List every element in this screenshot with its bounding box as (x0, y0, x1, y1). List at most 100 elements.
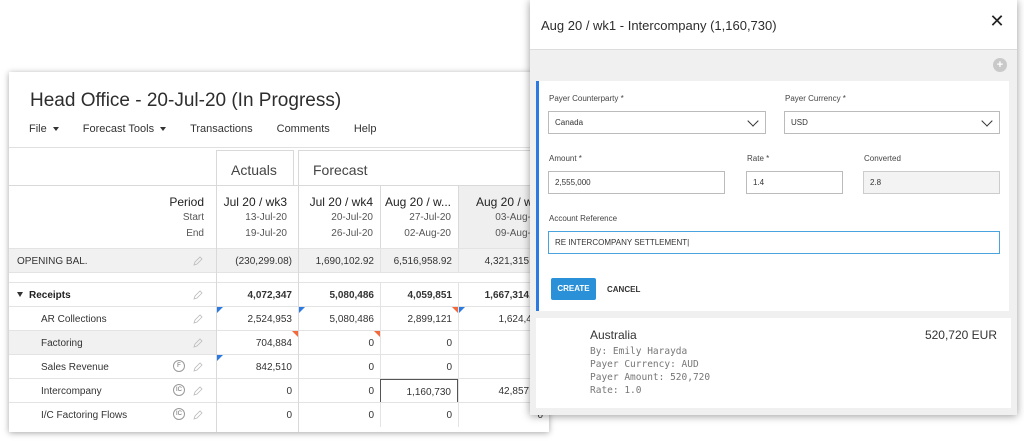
column-header[interactable]: Jul 20 / wk3 13-Jul-20 19-Jul-20 (216, 186, 294, 249)
column-divider (216, 150, 217, 432)
rate-field[interactable]: 1.4 (746, 171, 843, 194)
row-label: Sales Revenue (41, 362, 109, 373)
column-headers: Jul 20 / wk3 13-Jul-20 19-Jul-20 Jul 20 … (216, 185, 549, 249)
table-row: OPENING BAL. (230,299.08) 1,690,102.92 6… (9, 248, 549, 273)
caret-down-icon (160, 127, 167, 131)
cell-value: 5,080,486 (329, 314, 375, 325)
rate-label: Rate * (747, 154, 770, 163)
table-cell[interactable]: 4,059,851 (380, 283, 458, 307)
edit-icon[interactable] (193, 314, 203, 324)
modal-title: Aug 20 / wk1 - Intercompany (1,160,730) (541, 18, 777, 33)
column-start: 27-Jul-20 (409, 212, 451, 223)
entry-amount: 520,720 EUR (924, 328, 997, 342)
table-cell[interactable]: 0 (216, 379, 298, 403)
table-cell[interactable]: 1,690,102.92 (298, 249, 380, 273)
table-cell[interactable]: 0 (298, 355, 380, 379)
table-cell[interactable]: 0 (380, 331, 458, 355)
row-label: Intercompany (41, 386, 102, 397)
column-week: Aug 20 / w... (384, 195, 451, 209)
cell-value: 2,899,121 (407, 314, 453, 325)
table-cell[interactable]: (230,299.08) (216, 249, 298, 273)
table-cell[interactable]: 2,524,953 (216, 307, 298, 331)
table-cell[interactable]: 0 (380, 403, 458, 427)
column-week: Jul 20 / wk4 (309, 195, 373, 209)
period-header: Period Start End (9, 185, 216, 248)
menu-help-label: Help (353, 123, 377, 135)
cell-value: 2,524,953 (247, 314, 293, 325)
edit-icon[interactable] (193, 410, 203, 420)
column-header[interactable]: Jul 20 / wk4 20-Jul-20 26-Jul-20 (298, 186, 380, 249)
edit-icon[interactable] (193, 338, 203, 348)
comment-flag-icon (217, 307, 223, 313)
table-row: Sales Revenue F 842,510 0 0 0 (9, 354, 549, 379)
divider (9, 147, 549, 148)
expand-triangle-icon[interactable] (17, 292, 23, 297)
menu-help[interactable]: Help (354, 123, 377, 135)
menu-transactions-label: Transactions (190, 123, 253, 135)
table-cell[interactable]: 0 (216, 403, 298, 427)
row-label[interactable]: Receipts (17, 290, 71, 301)
caret-down-icon (52, 127, 59, 131)
intercompany-entry[interactable]: Australia 520,720 EUR By: Emily Harayda … (536, 318, 1011, 408)
table-cell[interactable]: 5,080,486 (298, 283, 380, 307)
table-cell[interactable]: 842,510 (216, 355, 298, 379)
close-icon[interactable]: ✕ (989, 12, 1005, 30)
menu-bar: File Forecast Tools Transactions Comment… (29, 123, 400, 135)
column-header[interactable]: Aug 20 / w... 27-Jul-20 02-Aug-20 (380, 186, 458, 249)
select-value: USD (791, 118, 808, 127)
cell-value: 0 (368, 338, 374, 349)
payer-currency-select[interactable]: USD (784, 111, 1000, 134)
menu-file-label: File (29, 123, 47, 135)
edit-icon[interactable] (193, 362, 203, 372)
column-end: 02-Aug-20 (404, 228, 451, 239)
table-row: AR Collections 2,524,953 5,080,486 2,899… (9, 306, 549, 331)
row-gap (9, 272, 549, 282)
edit-icon[interactable] (193, 256, 203, 266)
period-end: End (186, 228, 204, 239)
column-end: 26-Jul-20 (331, 228, 373, 239)
menu-comments-label: Comments (276, 123, 330, 135)
table-cell[interactable]: 0 (380, 355, 458, 379)
intercompany-modal: Aug 20 / wk1 - Intercompany (1,160,730) … (530, 0, 1017, 415)
table-cell[interactable]: 0 (298, 403, 380, 427)
account-reference-input[interactable]: RE INTERCOMPANY SETTLEMENT| (548, 231, 1000, 254)
period-title: Period (169, 195, 204, 209)
table-cell[interactable]: 6,516,958.92 (380, 249, 458, 273)
menu-comments[interactable]: Comments (277, 123, 330, 135)
add-icon[interactable]: + (993, 58, 1007, 72)
row-label: AR Collections (41, 314, 107, 325)
cancel-button[interactable]: CANCEL (607, 285, 640, 294)
chevron-down-icon (747, 115, 759, 127)
edit-icon[interactable] (193, 386, 203, 396)
table-cell-selected[interactable]: 1,160,730 (380, 379, 458, 403)
table-cell[interactable]: 0 (298, 331, 380, 355)
create-button[interactable]: CREATE (551, 278, 596, 300)
cell-value: 842,510 (255, 362, 292, 373)
entry-by: By: Emily Harayda (590, 346, 688, 357)
forecast-badge-icon: F (173, 360, 185, 372)
table-cell[interactable]: 2,899,121 (380, 307, 458, 331)
page-title: Head Office - 20-Jul-20 (In Progress) (30, 90, 342, 111)
amount-field[interactable]: 2,555,000 (548, 171, 725, 194)
menu-forecast-tools-label: Forecast Tools (82, 123, 155, 135)
table-cell[interactable]: 704,884 (216, 331, 298, 355)
table-cell[interactable]: 5,080,486 (298, 307, 380, 331)
menu-transactions[interactable]: Transactions (190, 123, 253, 135)
period-start: Start (182, 212, 204, 223)
table-row: Intercompany IC 0 0 1,160,730 42,857.14 (9, 378, 549, 403)
menu-forecast-tools[interactable]: Forecast Tools (82, 123, 167, 135)
payer-counterparty-select[interactable]: Canada (548, 111, 766, 134)
entry-payer-amount: Payer Amount: 520,720 (590, 372, 711, 383)
edit-icon[interactable] (193, 290, 203, 300)
table-cell[interactable]: 4,072,347 (216, 283, 298, 307)
row-label-text: Receipts (29, 290, 71, 301)
table-row: Receipts 4,072,347 5,080,486 4,059,851 1… (9, 282, 549, 307)
table-cell[interactable]: 0 (298, 379, 380, 403)
account-reference-label: Account Reference (549, 214, 618, 223)
group-forecast: Forecast (298, 150, 549, 185)
column-start: 13-Jul-20 (245, 212, 287, 223)
entry-currency: Payer Currency: AUD (590, 359, 699, 370)
row-label: Factoring (41, 338, 83, 349)
text-cursor: | (687, 238, 690, 247)
menu-file[interactable]: File (29, 123, 59, 135)
